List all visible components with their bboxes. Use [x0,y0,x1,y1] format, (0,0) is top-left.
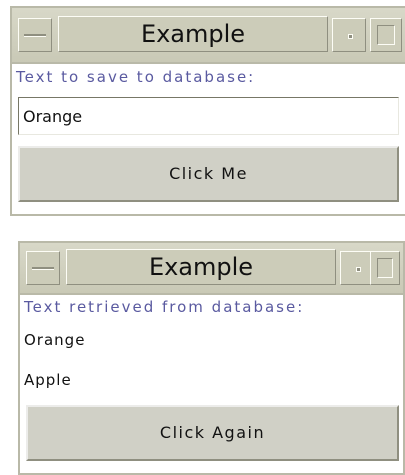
minimize-icon[interactable] [18,18,52,52]
maximize-icon[interactable] [370,251,400,285]
click-again-button[interactable]: Click Again [26,405,399,461]
list-item: Apple [24,371,72,389]
retrieved-label: Text retrieved from database: [24,298,305,316]
minimize-icon[interactable] [26,251,60,285]
example-window-retrieve: Example Text retrieved from database: Or… [18,241,405,475]
database-text-input[interactable] [18,97,399,135]
save-prompt-label: Text to save to database: [16,68,256,86]
title-bar[interactable]: Example [12,8,405,64]
list-item: Orange [24,331,86,349]
click-me-button[interactable]: Click Me [18,146,399,202]
maximize-icon[interactable] [370,18,402,52]
title-bar[interactable]: Example [20,243,403,295]
menu-dot-icon[interactable] [340,251,374,285]
window-title[interactable]: Example [58,16,328,52]
menu-dot-icon[interactable] [332,18,366,52]
example-window-save: Example Text to save to database: Click … [10,6,405,216]
window-title[interactable]: Example [66,249,336,285]
